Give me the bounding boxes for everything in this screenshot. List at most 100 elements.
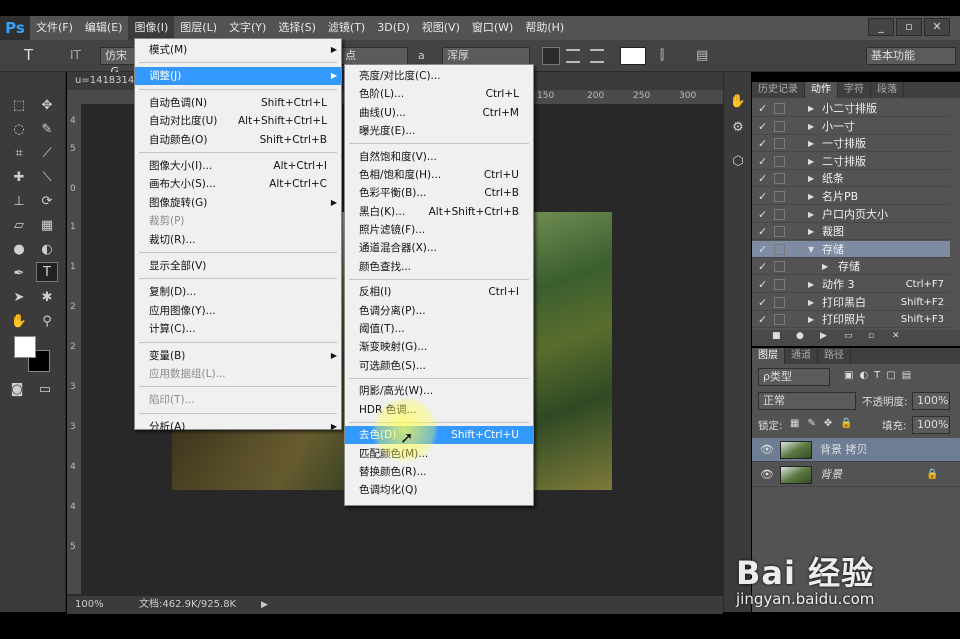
layer-filter-select[interactable]: ρ类型 [758, 368, 830, 386]
adjustments-menu-item[interactable]: 色阶(L)... Ctrl+L [345, 85, 533, 103]
image-menu-item[interactable]: 显示全部(V) [135, 257, 341, 275]
adjustments-menu-item[interactable]: 反相(I) Ctrl+I [345, 283, 533, 301]
image-menu-item[interactable]: 计算(C)... [135, 320, 341, 338]
collapsed-triangle-icon[interactable]: ▶ [808, 206, 814, 223]
adjustments-menu-item[interactable]: 色调分离(P)... [345, 302, 533, 320]
image-menu-item[interactable]: 图像旋转(G) ▶ [135, 194, 341, 212]
collapsed-triangle-icon[interactable]: ▶ [808, 170, 814, 187]
check-icon[interactable]: ✓ [758, 118, 767, 135]
font-family-select[interactable]: 仿宋_G [100, 47, 136, 78]
tab-character[interactable]: 字符 [838, 82, 871, 98]
adjustments-menu-item[interactable]: 替换颜色(R)... [345, 463, 533, 481]
adjustments-menu-item[interactable]: HDR 色调... [345, 401, 533, 419]
adjustments-menu-item[interactable]: 可选颜色(S)... [345, 357, 533, 375]
adjustments-menu-item[interactable]: 色相/饱和度(H)... Ctrl+U [345, 166, 533, 184]
minimize-button[interactable]: _ [868, 18, 894, 36]
expanded-triangle-icon[interactable]: ▼ [808, 241, 814, 258]
blur-tool-icon[interactable]: ● [8, 240, 30, 260]
close-button[interactable]: ✕ [924, 18, 950, 36]
image-menu-item[interactable]: 画布大小(S)... Alt+Ctrl+C [135, 175, 341, 193]
menu-filter[interactable]: 滤镜(T) [322, 16, 371, 40]
adjustments-menu-item[interactable]: 颜色查找... [345, 258, 533, 276]
tab-actions[interactable]: 动作 [805, 82, 838, 98]
fill-input[interactable]: 100% [912, 416, 950, 434]
pen-tool-icon[interactable]: ✒ [8, 264, 30, 284]
layer-row[interactable]: 👁 背景 拷贝 [752, 438, 960, 462]
character-panel-icon[interactable]: ▤ [696, 48, 708, 63]
adjustments-menu-item[interactable]: 自然饱和度(V)... [345, 148, 533, 166]
clone-stamp-icon[interactable]: ⊥ [8, 192, 30, 212]
dialog-toggle-box[interactable] [774, 226, 785, 238]
check-icon[interactable]: ✓ [758, 276, 767, 293]
adjustments-menu-item[interactable]: 色调均化(Q) [345, 481, 533, 499]
adjustments-menu-item[interactable]: 通道混合器(X)... [345, 239, 533, 257]
image-menu-item[interactable]: 裁切(R)... [135, 231, 341, 249]
brush-presets-icon[interactable]: ✋ [727, 92, 749, 112]
lock-icons[interactable]: ▦✎✥🔒 [790, 418, 861, 429]
adjustments-menu-item[interactable]: 阴影/高光(W)... [345, 382, 533, 400]
menu-3d[interactable]: 3D(D) [371, 16, 416, 40]
align-left-icon[interactable] [542, 47, 560, 65]
3d-cube-icon[interactable]: ⬡ [727, 152, 749, 172]
dialog-toggle-box[interactable] [774, 261, 785, 273]
layer-row[interactable]: 👁 背景 🔒 [752, 463, 960, 487]
action-row[interactable]: ✓ ▶ 纸条 [752, 170, 950, 188]
image-menu-item[interactable]: 应用图像(Y)... [135, 302, 341, 320]
crop-tool-icon[interactable]: ⌗ [8, 144, 30, 164]
action-row[interactable]: ✓ ▶ 打印黑白 Shift+F2 [752, 294, 950, 311]
dialog-toggle-box[interactable] [774, 155, 785, 167]
collapsed-triangle-icon[interactable]: ▶ [808, 188, 814, 205]
image-menu-item[interactable]: 自动对比度(U) Alt+Shift+Ctrl+L [135, 112, 341, 130]
action-row[interactable]: ✓ ▶ 名片PB [752, 188, 950, 205]
check-icon[interactable]: ✓ [758, 135, 767, 152]
move-tool-icon[interactable]: ✥ [36, 96, 58, 116]
adjustments-menu-item[interactable]: 阈值(T)... [345, 320, 533, 338]
type-tool-preset-icon[interactable]: T [24, 46, 33, 64]
workspace-select[interactable]: 基本功能 [866, 47, 956, 65]
type-tool-icon[interactable]: T [36, 262, 58, 282]
gradient-tool-icon[interactable]: ▦ [36, 216, 58, 236]
check-icon[interactable]: ✓ [758, 100, 767, 117]
dialog-toggle-box[interactable] [774, 208, 785, 220]
dialog-toggle-box[interactable] [774, 314, 785, 326]
action-row[interactable]: ✓ ▶ 裁图 [752, 223, 950, 241]
image-menu-item[interactable]: 自动颜色(O) Shift+Ctrl+B [135, 131, 341, 149]
menu-window[interactable]: 窗口(W) [466, 16, 519, 40]
collapsed-triangle-icon[interactable]: ▶ [808, 118, 814, 135]
adjustments-menu-item[interactable]: 黑白(K)... Alt+Shift+Ctrl+B [345, 203, 533, 221]
status-arrow-icon[interactable]: ▶ [261, 596, 268, 614]
dialog-toggle-box[interactable] [774, 120, 785, 132]
layer-name[interactable]: 背景 [820, 463, 842, 487]
menu-type[interactable]: 文字(Y) [223, 16, 272, 40]
image-menu-item[interactable]: 模式(M) ▶ [135, 41, 341, 59]
new-set-icon[interactable]: ▭ [844, 331, 853, 341]
menu-file[interactable]: 文件(F) [30, 16, 79, 40]
dialog-toggle-box[interactable] [774, 173, 785, 185]
dialog-toggle-box[interactable] [774, 279, 785, 290]
menu-edit[interactable]: 编辑(E) [79, 16, 129, 40]
healing-brush-icon[interactable]: ✚ [8, 168, 30, 188]
check-icon[interactable]: ✓ [758, 241, 767, 258]
dodge-tool-icon[interactable]: ◐ [36, 240, 58, 260]
dialog-toggle-box[interactable] [774, 103, 785, 114]
collapsed-triangle-icon[interactable]: ▶ [808, 100, 814, 117]
text-orientation-icon[interactable]: IT [70, 48, 81, 62]
image-menu-item[interactable]: 分析(A) ▶ [135, 418, 341, 436]
warp-text-icon[interactable]: ⫿ [660, 48, 664, 63]
properties-icon[interactable]: ⚙ [727, 118, 749, 138]
brush-tool-icon[interactable]: ⟍ [36, 168, 58, 188]
menu-image[interactable]: 图像(I) [128, 16, 175, 40]
path-select-icon[interactable]: ➤ [8, 288, 30, 308]
record-icon[interactable]: ● [796, 331, 804, 341]
dialog-toggle-box[interactable] [774, 243, 785, 255]
layer-filter-icons[interactable]: ▣◐T▢▤ [844, 370, 917, 381]
check-icon[interactable]: ✓ [758, 188, 767, 205]
zoom-tool-icon[interactable]: ⚲ [36, 312, 58, 332]
lasso-tool-icon[interactable]: ◌ [8, 120, 30, 140]
collapsed-triangle-icon[interactable]: ▶ [808, 294, 814, 311]
image-menu-item[interactable]: 图像大小(I)... Alt+Ctrl+I [135, 157, 341, 175]
image-menu-item[interactable]: 调整(J) ▶ [135, 67, 341, 86]
eye-icon[interactable]: 👁 [760, 438, 774, 462]
eraser-tool-icon[interactable]: ▱ [8, 216, 30, 236]
align-right-icon[interactable] [590, 49, 604, 63]
